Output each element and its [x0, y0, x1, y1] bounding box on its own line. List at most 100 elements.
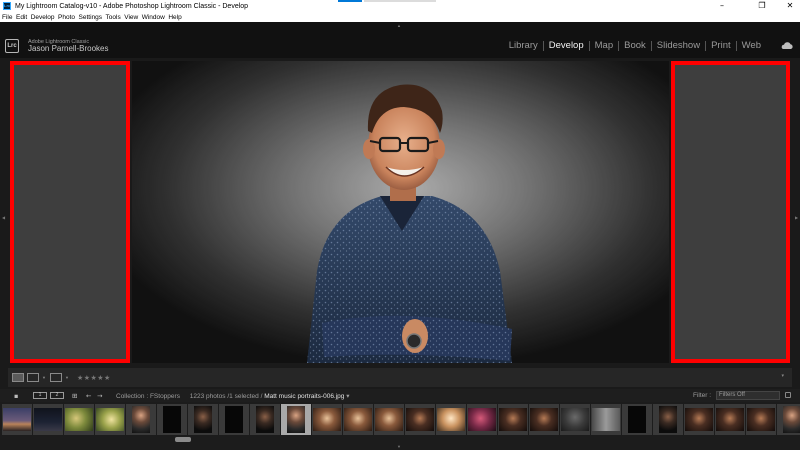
filmstrip-header: ▪ 1 2 ⊞ ← → Collection : FStoppers 1223 … [0, 389, 800, 402]
photo-preview[interactable] [132, 61, 669, 363]
filmstrip-thumbnail[interactable] [374, 404, 404, 435]
thumbnail-image [3, 408, 31, 431]
thumbnail-image [659, 406, 677, 433]
filmstrip-thumbnail[interactable] [33, 404, 63, 435]
right-panel[interactable] [671, 61, 790, 363]
thumbnail-image [592, 408, 620, 431]
menu-photo[interactable]: Photo [58, 14, 75, 21]
loupe-view-button[interactable] [12, 373, 24, 382]
filmstrip: ▼ [0, 402, 800, 450]
filter-lock-icon[interactable] [785, 392, 791, 398]
title-bar-accent [338, 0, 362, 2]
thumbnail-image [499, 408, 527, 431]
title-bar-accent-secondary [364, 0, 436, 2]
filmstrip-scrollbar[interactable] [175, 437, 191, 442]
filmstrip-thumbnail[interactable] [746, 404, 776, 435]
filmstrip-thumbnail[interactable] [436, 404, 466, 435]
menu-bar: File Edit Develop Photo Settings Tools V… [0, 12, 800, 22]
main-monitor-button[interactable]: 1 [33, 392, 47, 399]
filmstrip-thumbnail[interactable] [777, 404, 800, 435]
portrait-photo [132, 61, 669, 363]
filmstrip-thumbnail[interactable] [343, 404, 373, 435]
maximize-icon[interactable]: ❐ [752, 0, 772, 12]
minimize-icon[interactable]: – [712, 0, 732, 12]
filmstrip-thumbnail[interactable] [281, 404, 311, 435]
right-panel-toggle-icon[interactable]: ▶ [795, 215, 798, 220]
filmstrip-thumbnail[interactable] [188, 404, 218, 435]
thumbnail-image [561, 408, 589, 431]
filmstrip-thumbnail[interactable] [219, 404, 249, 435]
thumbnail-image [530, 408, 558, 431]
module-picker: Library Develop Map Book Slideshow Print… [504, 40, 766, 51]
menu-file[interactable]: File [2, 14, 12, 21]
filmstrip-thumbnail[interactable] [405, 404, 435, 435]
toolbar-options-icon[interactable]: ▾ [781, 373, 784, 379]
menu-settings[interactable]: Settings [79, 14, 103, 21]
thumbnail-image [96, 408, 124, 431]
filter-label: Filter : [693, 392, 712, 399]
filter-select[interactable]: Filters Off [716, 391, 780, 400]
filmstrip-thumbnail[interactable] [312, 404, 342, 435]
lightroom-app-icon: Lrc [3, 2, 11, 10]
collection-name[interactable]: Collection : FStoppers [116, 393, 180, 400]
filmstrip-thumbnail[interactable] [529, 404, 559, 435]
back-arrow-icon[interactable]: ← [86, 392, 91, 400]
filmstrip-thumbnail[interactable] [653, 404, 683, 435]
thumbnail-image [344, 408, 372, 431]
menu-view[interactable]: View [124, 14, 138, 21]
module-develop[interactable]: Develop [544, 40, 589, 51]
filmstrip-thumbnail[interactable] [157, 404, 187, 435]
cloud-sync-icon[interactable] [780, 42, 794, 50]
filmstrip-thumbnail[interactable] [560, 404, 590, 435]
module-slideshow[interactable]: Slideshow [652, 40, 705, 51]
menu-tools[interactable]: Tools [106, 14, 121, 21]
thumbnail-image [313, 408, 341, 431]
module-library[interactable]: Library [504, 40, 543, 51]
filmstrip-thumbnail[interactable] [622, 404, 652, 435]
second-monitor-button[interactable]: 2 [50, 392, 64, 399]
filmstrip-menu-icon[interactable]: ▪ [14, 392, 18, 400]
filmstrip-source-info[interactable]: Collection : FStoppers 1223 photos /1 se… [116, 392, 350, 400]
left-panel[interactable] [10, 61, 130, 363]
close-icon[interactable]: ✕ [780, 0, 800, 12]
filmstrip-thumbnail[interactable] [126, 404, 156, 435]
menu-help[interactable]: Help [168, 14, 181, 21]
swap-dropdown-icon[interactable]: ▼ [65, 375, 69, 380]
filmstrip-thumbnail[interactable] [250, 404, 280, 435]
menu-edit[interactable]: Edit [16, 14, 27, 21]
top-panel-toggle-icon[interactable]: ▲ [397, 23, 401, 28]
filmstrip-thumbnail[interactable] [715, 404, 745, 435]
star-rating[interactable]: ★★★★★ [77, 374, 111, 382]
filmstrip-thumbnail[interactable] [591, 404, 621, 435]
filmstrip-thumbnail[interactable] [64, 404, 94, 435]
thumbnail-image [406, 408, 434, 431]
filmstrip-thumbnail[interactable] [684, 404, 714, 435]
left-panel-toggle-icon[interactable]: ◀ [2, 215, 5, 220]
filmstrip-thumbnail[interactable] [95, 404, 125, 435]
grid-view-icon[interactable]: ⊞ [72, 392, 77, 400]
module-web[interactable]: Web [737, 40, 766, 51]
thumbnail-image [287, 406, 305, 433]
thumbnail-image [628, 406, 646, 433]
module-book[interactable]: Book [619, 40, 651, 51]
forward-arrow-icon[interactable]: → [97, 392, 102, 400]
filmstrip-thumbnail[interactable] [498, 404, 528, 435]
lrc-logo: Lrc [5, 39, 19, 53]
filmstrip-thumbnail[interactable] [467, 404, 497, 435]
thumbnail-image [783, 406, 800, 433]
menu-develop[interactable]: Develop [31, 14, 55, 21]
before-after-swap-button[interactable] [49, 373, 62, 382]
before-after-dropdown-icon[interactable]: ▼ [42, 375, 46, 380]
source-dropdown-icon[interactable]: ▾ [344, 393, 349, 400]
module-map[interactable]: Map [590, 40, 618, 51]
window-title: My Lightroom Catalog-v10 - Adobe Photosh… [15, 2, 249, 10]
before-after-button[interactable] [27, 373, 39, 382]
thumbnail-image [716, 408, 744, 431]
filmstrip-thumbnail[interactable] [2, 404, 32, 435]
menu-window[interactable]: Window [142, 14, 165, 21]
thumbnail-image [468, 408, 496, 431]
lightroom-window: Lrc My Lightroom Catalog-v10 - Adobe Pho… [0, 0, 800, 450]
bottom-panel-toggle-icon[interactable]: ▼ [397, 444, 401, 449]
selected-file-name: Matt music portraits-006.jpg [264, 393, 345, 400]
module-print[interactable]: Print [706, 40, 736, 51]
